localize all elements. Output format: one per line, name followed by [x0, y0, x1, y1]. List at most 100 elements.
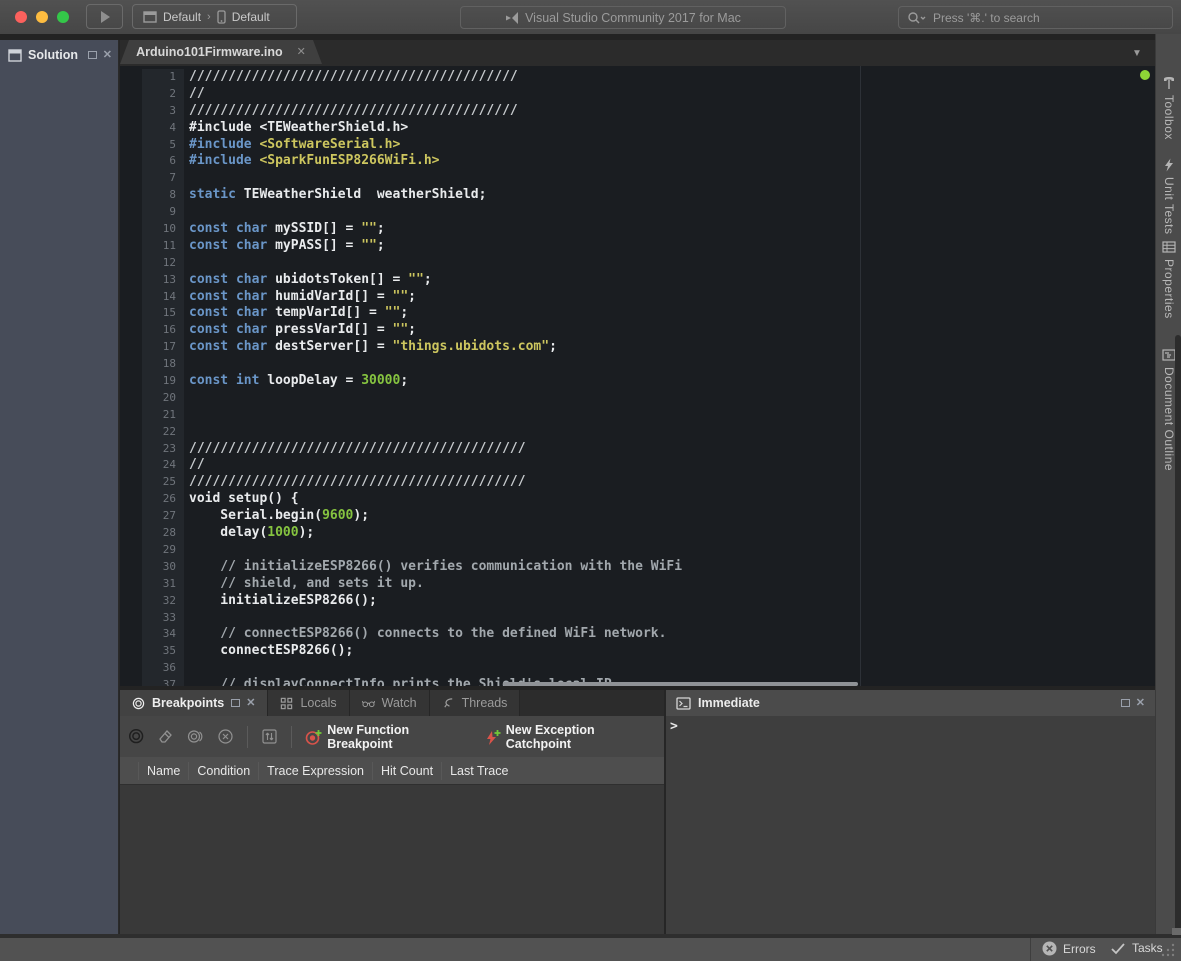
close-icon[interactable]: ✕ — [246, 699, 255, 707]
dock-tab-unit-tests[interactable]: Unit Tests — [1156, 158, 1181, 234]
dock-tab-toolbox[interactable]: Toolbox — [1156, 76, 1181, 140]
code-line[interactable]: 22 — [120, 424, 1155, 441]
close-icon[interactable]: ✕ — [103, 51, 112, 59]
code-line[interactable]: 33 — [120, 610, 1155, 627]
file-tab[interactable]: Arduino101Firmware.ino ✕ — [120, 40, 322, 64]
run-button[interactable] — [86, 4, 123, 29]
dock-icon[interactable] — [88, 51, 97, 59]
breakpoint-margin[interactable] — [120, 542, 142, 559]
code-line[interactable]: 35 connectESP8266(); — [120, 643, 1155, 660]
breakpoint-margin[interactable] — [120, 204, 142, 221]
breakpoint-margin[interactable] — [120, 626, 142, 643]
column-header-condition[interactable]: Condition — [188, 762, 258, 780]
code-line[interactable]: 26void setup() { — [120, 491, 1155, 508]
breakpoint-margin[interactable] — [120, 339, 142, 356]
code-line[interactable]: 4#include <TEWeatherShield.h> — [120, 120, 1155, 137]
dock-tab-properties[interactable]: Properties — [1156, 240, 1181, 319]
breakpoint-margin[interactable] — [120, 187, 142, 204]
breakpoint-margin[interactable] — [120, 457, 142, 474]
breakpoint-margin[interactable] — [120, 508, 142, 525]
code-line[interactable]: 32 initializeESP8266(); — [120, 593, 1155, 610]
columns-options-icon[interactable] — [261, 728, 278, 745]
column-header-name[interactable]: Name — [138, 762, 188, 780]
new-function-breakpoint-button[interactable]: New Function Breakpoint — [305, 723, 471, 751]
breakpoint-margin[interactable] — [120, 593, 142, 610]
dock-icon[interactable] — [1121, 699, 1130, 707]
code-line[interactable]: 6#include <SparkFunESP8266WiFi.h> — [120, 153, 1155, 170]
remove-breakpoint-icon[interactable] — [157, 728, 174, 745]
code-line[interactable]: 13const char ubidotsToken[] = ""; — [120, 272, 1155, 289]
code-line[interactable]: 10const char mySSID[] = ""; — [120, 221, 1155, 238]
breakpoint-margin[interactable] — [120, 390, 142, 407]
toggle-breakpoints-icon[interactable] — [187, 728, 204, 745]
close-icon[interactable]: ✕ — [1136, 699, 1145, 707]
errors-button[interactable]: Errors — [1042, 941, 1096, 956]
remove-all-breakpoints-icon[interactable] — [217, 728, 234, 745]
breakpoint-margin[interactable] — [120, 356, 142, 373]
macos-close-button[interactable] — [15, 11, 27, 23]
breakpoint-margin[interactable] — [120, 677, 142, 686]
code-line[interactable]: 21 — [120, 407, 1155, 424]
breakpoints-list-body[interactable] — [120, 785, 664, 934]
breakpoint-margin[interactable] — [120, 474, 142, 491]
breakpoint-margin[interactable] — [120, 69, 142, 86]
close-tab-icon[interactable]: ✕ — [297, 48, 306, 56]
breakpoint-margin[interactable] — [120, 373, 142, 390]
solution-pad-header[interactable]: Solution ✕ — [0, 40, 118, 68]
breakpoint-margin[interactable] — [120, 153, 142, 170]
breakpoint-margin[interactable] — [120, 559, 142, 576]
breakpoint-margin[interactable] — [120, 305, 142, 322]
breakpoint-margin[interactable] — [120, 643, 142, 660]
breakpoint-margin[interactable] — [120, 407, 142, 424]
right-scrollbar-track[interactable] — [1175, 335, 1181, 935]
code-line[interactable]: 28 delay(1000); — [120, 525, 1155, 542]
tasks-button[interactable]: Tasks — [1110, 941, 1163, 955]
code-line[interactable]: 5#include <SoftwareSerial.h> — [120, 137, 1155, 154]
code-line[interactable]: 11const char myPASS[] = ""; — [120, 238, 1155, 255]
code-line[interactable]: 14const char humidVarId[] = ""; — [120, 289, 1155, 306]
column-header-hit-count[interactable]: Hit Count — [372, 762, 441, 780]
breakpoint-margin[interactable] — [120, 255, 142, 272]
breakpoint-margin[interactable] — [120, 525, 142, 542]
tab-overflow-dropdown-icon[interactable]: ▼ — [1132, 48, 1142, 59]
build-configuration-selector[interactable]: Default › Default — [132, 4, 297, 29]
breakpoint-margin[interactable] — [120, 221, 142, 238]
breakpoint-margin[interactable] — [120, 576, 142, 593]
pad-tab-breakpoints[interactable]: Breakpoints✕ — [120, 690, 268, 716]
code-line[interactable]: 34 // connectESP8266() connects to the d… — [120, 626, 1155, 643]
code-line[interactable]: 36 — [120, 660, 1155, 677]
breakpoint-margin[interactable] — [120, 322, 142, 339]
code-line[interactable]: 30 // initializeESP8266() verifies commu… — [120, 559, 1155, 576]
code-line[interactable]: 19const int loopDelay = 30000; — [120, 373, 1155, 390]
code-line[interactable]: 18 — [120, 356, 1155, 373]
breakpoint-margin[interactable] — [120, 424, 142, 441]
code-line[interactable]: 1///////////////////////////////////////… — [120, 69, 1155, 86]
breakpoint-margin[interactable] — [120, 272, 142, 289]
breakpoint-margin[interactable] — [120, 120, 142, 137]
column-header-last-trace[interactable]: Last Trace — [441, 762, 516, 780]
pad-tab-locals[interactable]: Locals — [268, 690, 349, 716]
immediate-pad-header[interactable]: Immediate ✕ — [666, 690, 1155, 716]
macos-zoom-button[interactable] — [57, 11, 69, 23]
breakpoint-margin[interactable] — [120, 103, 142, 120]
code-line[interactable]: 17const char destServer[] = "things.ubid… — [120, 339, 1155, 356]
breakpoint-margin[interactable] — [120, 660, 142, 677]
code-line[interactable]: 20 — [120, 390, 1155, 407]
code-line[interactable]: 23//////////////////////////////////////… — [120, 441, 1155, 458]
macos-minimize-button[interactable] — [36, 11, 48, 23]
dock-icon[interactable] — [231, 699, 240, 707]
immediate-console[interactable]: > — [666, 716, 1155, 934]
code-line[interactable]: 8static TEWeatherShield weatherShield; — [120, 187, 1155, 204]
column-header-trace-expression[interactable]: Trace Expression — [258, 762, 372, 780]
breakpoint-margin[interactable] — [120, 238, 142, 255]
resize-grip[interactable] — [1160, 942, 1175, 957]
breakpoint-margin[interactable] — [120, 289, 142, 306]
code-editor[interactable]: 1///////////////////////////////////////… — [120, 66, 1155, 686]
code-line[interactable]: 24// — [120, 457, 1155, 474]
breakpoint-margin[interactable] — [120, 491, 142, 508]
code-line[interactable]: 9 — [120, 204, 1155, 221]
code-line[interactable]: 29 — [120, 542, 1155, 559]
breakpoint-margin[interactable] — [120, 86, 142, 103]
code-line[interactable]: 12 — [120, 255, 1155, 272]
new-breakpoint-icon[interactable] — [128, 728, 144, 745]
